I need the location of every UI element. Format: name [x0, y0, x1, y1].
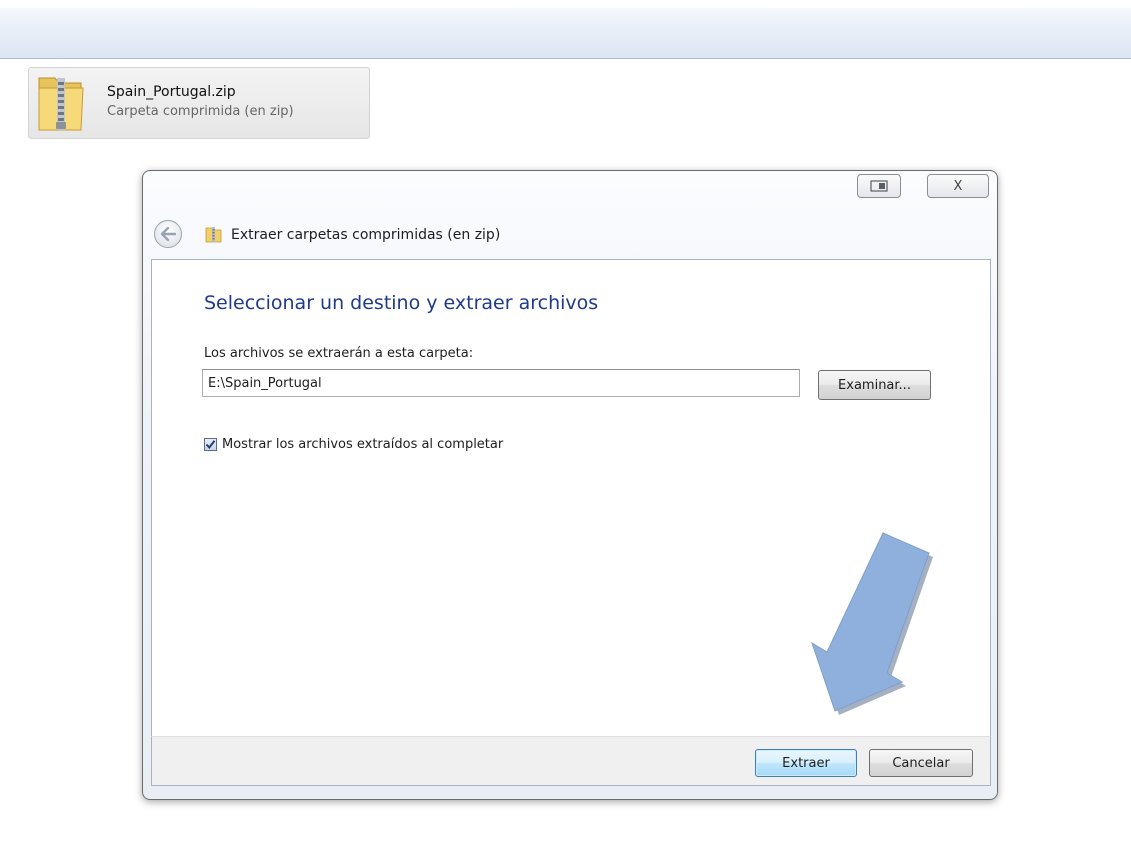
dialog-title: Extraer carpetas comprimidas (en zip) — [231, 227, 501, 243]
destination-label: Los archivos se extraerán a esta carpeta… — [204, 346, 474, 361]
zip-file-item[interactable]: Spain_Portugal.zip Carpeta comprimida (e… — [28, 67, 370, 139]
extract-button[interactable]: Extraer — [755, 749, 857, 777]
restore-button[interactable] — [857, 174, 901, 198]
show-files-label: Mostrar los archivos extraídos al comple… — [222, 436, 504, 452]
file-name: Spain_Portugal.zip — [107, 84, 236, 100]
back-arrow-icon — [160, 227, 176, 241]
cancel-button[interactable]: Cancelar — [869, 749, 973, 777]
zip-folder-icon — [38, 77, 84, 131]
main-instruction: Seleccionar un destino y extraer archivo… — [204, 292, 599, 314]
close-button[interactable]: X — [927, 174, 989, 198]
back-button[interactable] — [154, 220, 182, 248]
checkmark-icon — [205, 439, 216, 449]
toolbar-divider — [0, 46, 1131, 47]
browse-button[interactable]: Examinar... — [818, 370, 931, 400]
explorer-toolbar — [0, 8, 1131, 59]
restore-icon — [870, 180, 888, 192]
zip-folder-small-icon — [205, 227, 222, 243]
show-files-option[interactable]: Mostrar los archivos extraídos al comple… — [204, 435, 503, 453]
destination-path-input[interactable] — [202, 369, 800, 397]
callout-arrow-icon — [811, 532, 933, 715]
show-files-checkbox[interactable] — [204, 437, 217, 451]
file-type: Carpeta comprimida (en zip) — [107, 104, 294, 119]
dialog-footer: Extraer Cancelar — [151, 736, 991, 786]
close-icon: X — [953, 178, 963, 194]
